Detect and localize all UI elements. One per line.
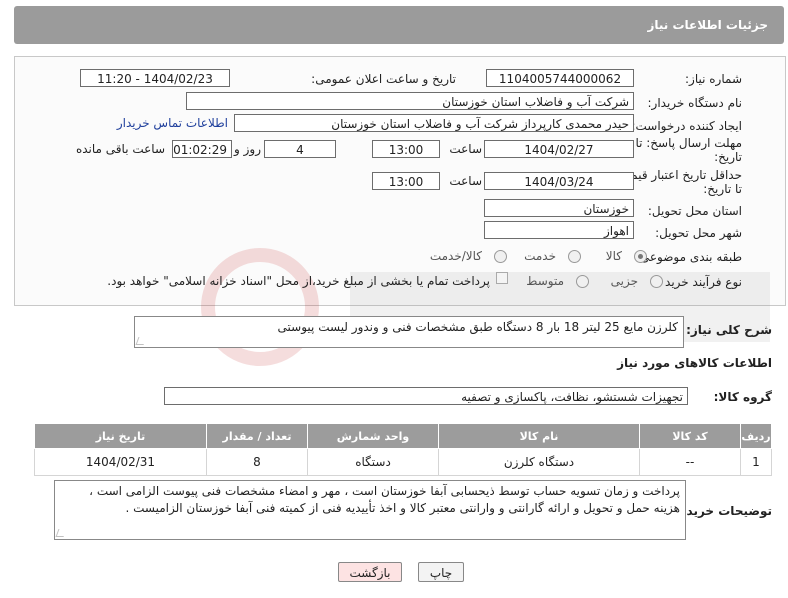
col-qty: تعداد / مقدار bbox=[206, 423, 308, 449]
validity-time-label: ساعت bbox=[449, 174, 482, 188]
deadline-label: مهلت ارسال پاسخ: تا bbox=[635, 136, 742, 150]
remaining-time-label: ساعت باقی مانده bbox=[75, 142, 165, 156]
table-row: 1 -- دستگاه کلرزن دستگاه 8 1404/02/31 bbox=[34, 448, 772, 476]
cell-date: 1404/02/31 bbox=[34, 448, 207, 476]
requester-label: ایجاد کننده درخواست: bbox=[631, 119, 742, 133]
process-minor-radio[interactable] bbox=[650, 275, 663, 288]
category-label: طبقه بندی موضوعی: bbox=[635, 250, 742, 264]
goods-group-label: گروه کالا: bbox=[713, 390, 772, 404]
goods-table: ردیف کد کالا نام کالا واحد شمارش تعداد /… bbox=[34, 423, 772, 476]
process-minor-label: جزیی bbox=[610, 274, 638, 288]
resize-grip-icon[interactable] bbox=[55, 529, 67, 537]
validity-date-field: 1404/03/24 bbox=[484, 172, 634, 190]
need-number-label: شماره نیاز: bbox=[685, 72, 742, 86]
page-title: جزئیات اطلاعات نیاز bbox=[647, 18, 768, 32]
announce-date-label: تاریخ و ساعت اعلان عمومی: bbox=[311, 72, 456, 86]
category-goods-service-radio[interactable] bbox=[494, 250, 507, 263]
province-label: استان محل تحویل: bbox=[647, 204, 742, 218]
treasury-payment-note: پرداخت تمام یا بخشی از مبلغ خرید،از محل … bbox=[107, 274, 490, 288]
resize-grip-icon[interactable] bbox=[135, 337, 147, 345]
goods-group-field: تجهیزات شستشو، نظافت، پاکسازی و تصفیه bbox=[164, 387, 688, 405]
print-button[interactable]: چاپ bbox=[418, 562, 464, 582]
col-row: ردیف bbox=[740, 423, 772, 449]
buyer-notes-text: پرداخت و زمان تسویه حساب توسط ذیحسابی آب… bbox=[89, 484, 680, 515]
price-validity-label-date: تا تاریخ: bbox=[703, 182, 742, 196]
deadline-time-label: ساعت bbox=[449, 142, 482, 156]
city-label: شهر محل تحویل: bbox=[655, 226, 742, 240]
announce-date-field: 1404/02/23 - 11:20 bbox=[80, 69, 230, 87]
col-date: تاریخ نیاز bbox=[34, 423, 207, 449]
col-code: کد کالا bbox=[639, 423, 741, 449]
category-service-radio[interactable] bbox=[568, 250, 581, 263]
goods-table-header: ردیف کد کالا نام کالا واحد شمارش تعداد /… bbox=[34, 423, 772, 449]
summary-text: کلرزن مایع 25 لیتر 18 بار 8 دستگاه طبق م… bbox=[277, 320, 678, 334]
goods-section-title: اطلاعات کالاهای مورد نیاز bbox=[617, 356, 772, 370]
treasury-payment-checkbox[interactable] bbox=[496, 272, 508, 284]
process-medium-label: متوسط bbox=[526, 274, 564, 288]
remaining-time-field: 01:02:29 bbox=[172, 140, 232, 158]
summary-label: شرح کلی نیاز: bbox=[686, 323, 772, 337]
buyer-notes-field: پرداخت و زمان تسویه حساب توسط ذیحسابی آب… bbox=[54, 480, 686, 540]
cell-row: 1 bbox=[740, 448, 772, 476]
process-medium-radio[interactable] bbox=[576, 275, 589, 288]
buyer-org-label: نام دستگاه خریدار: bbox=[647, 96, 743, 110]
remaining-days-field: 4 bbox=[264, 140, 336, 158]
category-service-label: خدمت bbox=[524, 249, 556, 263]
page-header: جزئیات اطلاعات نیاز bbox=[14, 6, 784, 44]
validity-time-field: 13:00 bbox=[372, 172, 440, 190]
col-unit: واحد شمارش bbox=[307, 423, 439, 449]
deadline-label-date: تاریخ: bbox=[714, 150, 742, 164]
city-field: اهواز bbox=[484, 221, 634, 239]
process-type-label: نوع فرآیند خرید : bbox=[657, 275, 742, 289]
buyer-contact-link[interactable]: اطلاعات تماس خریدار bbox=[117, 116, 228, 130]
requester-field: حیدر محمدی کارپرداز شرکت آب و فاضلاب است… bbox=[234, 114, 634, 132]
back-button[interactable]: بازگشت bbox=[338, 562, 402, 582]
buyer-org-field: شرکت آب و فاضلاب استان خوزستان bbox=[186, 92, 634, 110]
cell-qty: 8 bbox=[206, 448, 308, 476]
province-field: خوزستان bbox=[484, 199, 634, 217]
cell-unit: دستگاه bbox=[307, 448, 439, 476]
need-number-field: 1104005744000062 bbox=[486, 69, 634, 87]
col-name: نام کالا bbox=[438, 423, 640, 449]
cell-code: -- bbox=[639, 448, 741, 476]
deadline-date-field: 1404/02/27 bbox=[484, 140, 634, 158]
cell-name: دستگاه کلرزن bbox=[438, 448, 640, 476]
summary-field: کلرزن مایع 25 لیتر 18 بار 8 دستگاه طبق م… bbox=[134, 316, 684, 348]
category-goods-radio[interactable] bbox=[634, 250, 647, 263]
days-label: روز و bbox=[234, 142, 261, 156]
category-goods-label: کالا bbox=[605, 249, 622, 263]
category-goods-service-label: کالا/خدمت bbox=[429, 249, 482, 263]
deadline-time-field: 13:00 bbox=[372, 140, 440, 158]
price-validity-label: حداقل تاریخ اعتبار قیمت: bbox=[615, 168, 742, 182]
